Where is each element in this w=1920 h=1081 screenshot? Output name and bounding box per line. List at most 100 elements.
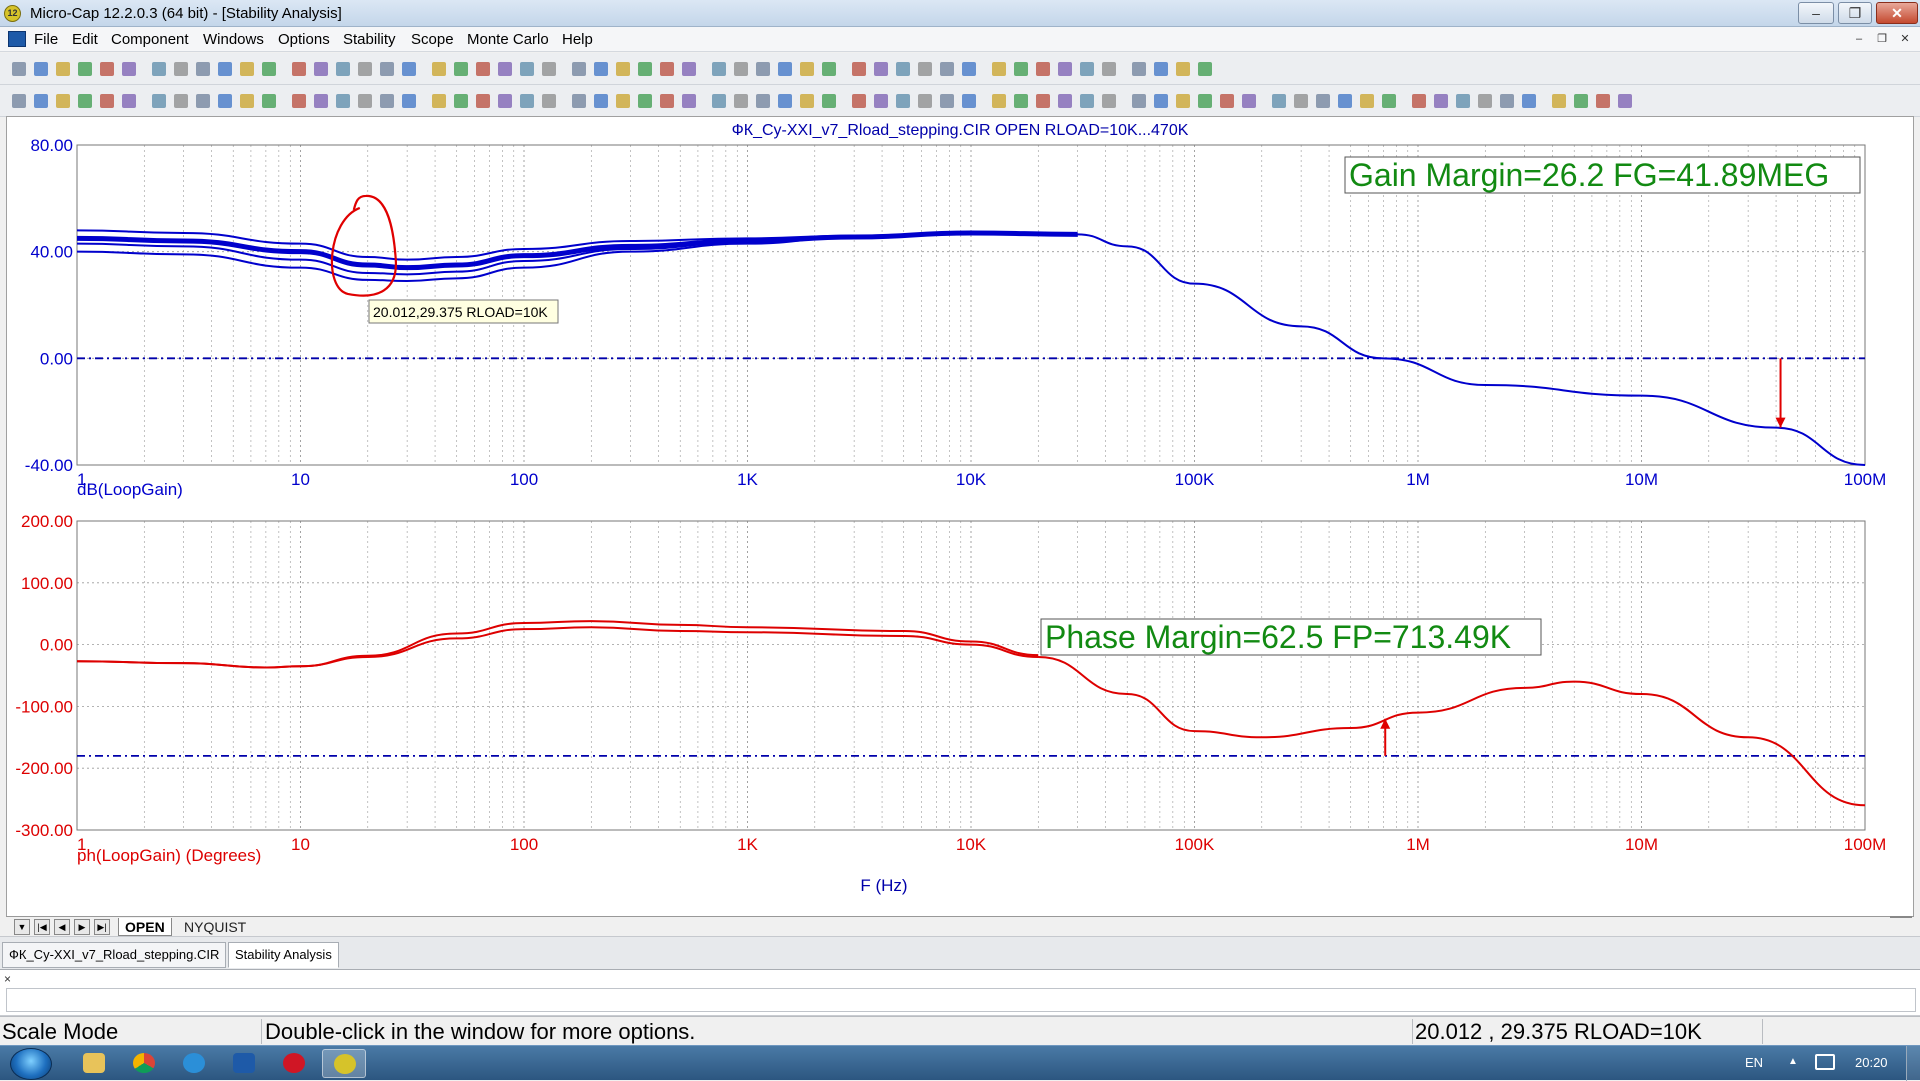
file-explorer-icon[interactable]	[72, 1049, 116, 1078]
toolbar-icon[interactable]	[122, 94, 136, 108]
menu-monte-carlo[interactable]: Monte Carlo	[467, 31, 549, 48]
toolbar-icon[interactable]	[756, 62, 770, 76]
toolbar-icon[interactable]	[1272, 94, 1286, 108]
network-icon[interactable]	[1815, 1054, 1835, 1070]
toolbar-icon[interactable]	[800, 94, 814, 108]
toolbar-icon[interactable]	[174, 62, 188, 76]
toolbar-icon[interactable]	[896, 62, 910, 76]
toolbar-icon[interactable]	[1242, 94, 1256, 108]
toolbar-icon[interactable]	[918, 62, 932, 76]
toolbar-icon[interactable]	[660, 94, 674, 108]
menu-stability[interactable]: Stability	[343, 31, 396, 48]
toolbar-icon[interactable]	[12, 62, 26, 76]
menu-windows[interactable]: Windows	[203, 31, 264, 48]
toolbar-icon[interactable]	[572, 62, 586, 76]
toolbar-icon[interactable]	[1522, 94, 1536, 108]
toolbar-icon[interactable]	[100, 62, 114, 76]
toolbar-icon[interactable]	[734, 62, 748, 76]
toolbar-icon[interactable]	[78, 62, 92, 76]
toolbar-icon[interactable]	[572, 94, 586, 108]
first-tab-icon[interactable]: |◀	[34, 919, 50, 935]
toolbar-icon[interactable]	[542, 94, 556, 108]
toolbar-icon[interactable]	[616, 94, 630, 108]
toolbar-icon[interactable]	[454, 62, 468, 76]
toolbar-icon[interactable]	[1036, 94, 1050, 108]
restore-button[interactable]: ❐	[1838, 2, 1872, 24]
toolbar-icon[interactable]	[594, 94, 608, 108]
toolbar-icon[interactable]	[12, 94, 26, 108]
toolbar-icon[interactable]	[34, 94, 48, 108]
toolbar-icon[interactable]	[218, 62, 232, 76]
toolbar-icon[interactable]	[100, 94, 114, 108]
toolbar-icon[interactable]	[498, 62, 512, 76]
menu-file[interactable]: File	[34, 31, 58, 48]
toolbar-icon[interactable]	[660, 62, 674, 76]
toolbar-icon[interactable]	[240, 62, 254, 76]
resize-grip[interactable]	[1890, 916, 1912, 918]
toolbar-icon[interactable]	[174, 94, 188, 108]
last-tab-icon[interactable]: ▶|	[94, 919, 110, 935]
analysis-plot-window[interactable]: 80.00 40.00 0.00 -40.00 1 10 100 1K 10K 100K 1M 10M…	[6, 116, 1914, 917]
toolbar-icon[interactable]	[336, 62, 350, 76]
toolbar-icon[interactable]	[292, 94, 306, 108]
phase-plot[interactable]: 200.00100.000.00-100.00-200.00-300.001 10…	[15, 512, 1886, 895]
toolbar-icon[interactable]	[1102, 62, 1116, 76]
output-box[interactable]	[6, 988, 1916, 1012]
toolbar-icon[interactable]	[152, 62, 166, 76]
toolbar-icon[interactable]	[638, 62, 652, 76]
toolbar-icon[interactable]	[1360, 94, 1374, 108]
tab-nyquist[interactable]: NYQUIST	[178, 918, 252, 936]
toolbar-icon[interactable]	[402, 94, 416, 108]
toolbar-icon[interactable]	[1434, 94, 1448, 108]
next-tab-icon[interactable]: ▶	[74, 919, 90, 935]
toolbar-icon[interactable]	[122, 62, 136, 76]
toolbar-icon[interactable]	[476, 94, 490, 108]
microcap-icon[interactable]	[322, 1049, 366, 1078]
toolbar-icon[interactable]	[962, 62, 976, 76]
toolbar-icon[interactable]	[1080, 62, 1094, 76]
toolbar-icon[interactable]	[1412, 94, 1426, 108]
toolbar-icon[interactable]	[682, 62, 696, 76]
menu-component[interactable]: Component	[111, 31, 189, 48]
toolbar-icon[interactable]	[498, 94, 512, 108]
toolbar-icon[interactable]	[712, 94, 726, 108]
chrome-icon[interactable]	[122, 1049, 166, 1078]
doc-tab-circuit[interactable]: ФК_Су-XXI_v7_Rload_stepping.CIR	[2, 942, 227, 968]
toolbar-icon[interactable]	[734, 94, 748, 108]
toolbar-icon[interactable]	[712, 62, 726, 76]
toolbar-icon[interactable]	[1058, 94, 1072, 108]
tab-menu-icon[interactable]: ▼	[14, 919, 30, 935]
toolbar-icon[interactable]	[262, 94, 276, 108]
toolbar-icon[interactable]	[852, 94, 866, 108]
toolbar-icon[interactable]	[454, 94, 468, 108]
toolbar-icon[interactable]	[1198, 94, 1212, 108]
menu-scope[interactable]: Scope	[411, 31, 454, 48]
toolbar-icon[interactable]	[314, 94, 328, 108]
toolbar-icon[interactable]	[1552, 94, 1566, 108]
toolbar-icon[interactable]	[594, 62, 608, 76]
toolbar-icon[interactable]	[800, 62, 814, 76]
toolbar-icon[interactable]	[778, 94, 792, 108]
toolbar-icon[interactable]	[380, 62, 394, 76]
toolbar-icon[interactable]	[822, 62, 836, 76]
toolbar-icon[interactable]	[1102, 94, 1116, 108]
toolbar-icon[interactable]	[1176, 62, 1190, 76]
toolbar-icon[interactable]	[1132, 94, 1146, 108]
toolbar-icon[interactable]	[1478, 94, 1492, 108]
toolbar-icon[interactable]	[940, 94, 954, 108]
toolbar-icon[interactable]	[218, 94, 232, 108]
menu-help[interactable]: Help	[562, 31, 593, 48]
toolbar-icon[interactable]	[336, 94, 350, 108]
doc-tab-stability[interactable]: Stability Analysis	[228, 942, 339, 968]
toolbar-icon[interactable]	[1154, 62, 1168, 76]
toolbar-icon[interactable]	[992, 62, 1006, 76]
toolbar-icon[interactable]	[1596, 94, 1610, 108]
toolbar-icon[interactable]	[314, 62, 328, 76]
toolbar-icon[interactable]	[962, 94, 976, 108]
toolbar-icon[interactable]	[358, 94, 372, 108]
toolbar-icon[interactable]	[1014, 62, 1028, 76]
toolbar-icon[interactable]	[1294, 94, 1308, 108]
stability-plots[interactable]: 80.0040.000.00-40.001 10 100 1K 10K 100K 1M 10M…	[7, 117, 1913, 916]
language-indicator[interactable]: EN	[1745, 1055, 1763, 1070]
microcap-app-icon[interactable]: 12	[4, 5, 21, 22]
